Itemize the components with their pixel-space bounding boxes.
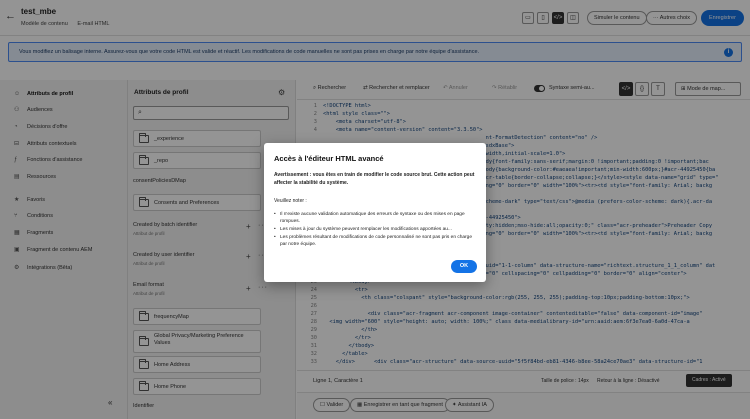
ok-button[interactable]: OK — [451, 260, 477, 273]
dialog-note: Veuillez noter : — [274, 198, 307, 204]
dialog-list: Il n'existe aucune validation automatiqu… — [274, 211, 478, 249]
dialog-list-item: Les problèmes résultant de modifications… — [274, 234, 478, 248]
dialog-warning-text: Avertissement : vous êtes en train de mo… — [274, 172, 475, 186]
dialog-list-item: Les mises à jour du système peuvent remp… — [274, 226, 478, 233]
advanced-html-editor-dialog: Accès à l'éditeur HTML avancé Avertissem… — [264, 143, 486, 282]
dialog-title: Accès à l'éditeur HTML avancé — [274, 154, 384, 163]
dialog-warning: Avertissement : vous êtes en train de mo… — [274, 172, 478, 187]
dialog-list-item: Il n'existe aucune validation automatiqu… — [274, 211, 478, 225]
